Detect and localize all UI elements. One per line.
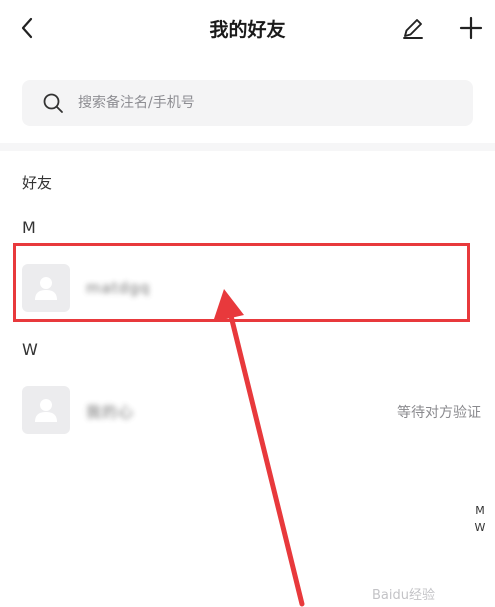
page-title: 我的好友 [209,19,286,41]
friends-section-label: 好友 [22,174,53,192]
avatar [22,264,70,312]
search-input[interactable] [76,94,440,112]
friend-name: matdgq [86,279,151,297]
pencil-icon [403,19,423,39]
plus-icon [459,16,483,40]
section-divider [0,143,495,151]
back-button[interactable] [16,14,40,42]
default-user-icon [35,399,57,422]
group-letter-w: W [22,340,38,359]
friend-row-pending[interactable]: 我的心 等待对方验证 [0,375,495,445]
alphabet-index-bar[interactable]: M W [473,502,487,536]
search-bar[interactable] [22,80,473,126]
search-icon [43,93,63,113]
status-label: 等待对方验证 [397,405,481,421]
edit-button[interactable] [400,14,426,42]
chevron-left-icon [21,17,33,39]
index-letter-m[interactable]: M [473,502,487,519]
friend-name: 我的心 [86,403,135,421]
friend-row-matdgq[interactable]: matdgq [0,253,495,323]
group-letter-m: M [22,218,36,237]
index-letter-w[interactable]: W [473,519,487,536]
default-user-icon [35,277,57,300]
avatar [22,386,70,434]
add-friend-button[interactable] [458,14,484,42]
watermark: Baidu经验 [372,588,435,603]
header: 我的好友 [0,0,495,56]
